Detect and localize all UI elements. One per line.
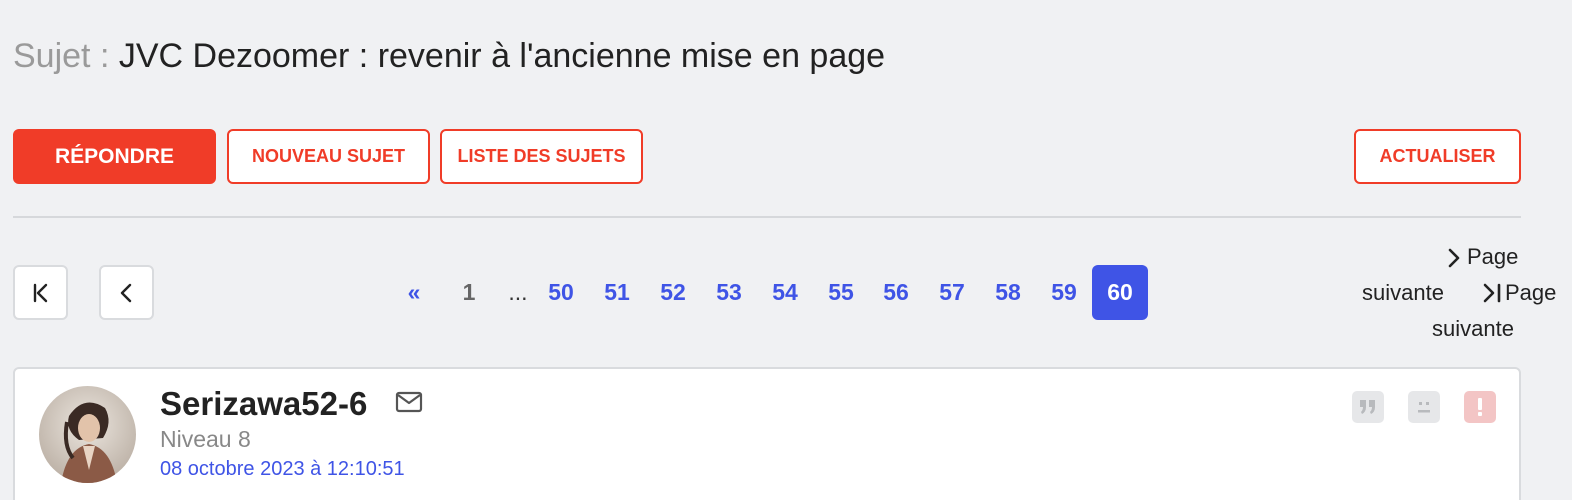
next-page-label-2: suivante [1362,280,1444,305]
refresh-button[interactable]: ACTUALISER [1354,129,1521,184]
new-topic-button[interactable]: NOUVEAU SUJET [227,129,430,184]
page-link[interactable]: 56 [875,265,917,320]
page-title: Sujet : JVC Dezoomer : revenir à l'ancie… [13,36,885,76]
page-link[interactable]: 53 [708,265,750,320]
divider [13,216,1521,218]
post-author[interactable]: Serizawa52-6 [160,385,367,423]
topic-title: JVC Dezoomer : revenir à l'ancienne mise… [118,37,886,75]
topic-list-button[interactable]: LISTE DES SUJETS [440,129,643,184]
reply-button[interactable]: RÉPONDRE [13,129,216,184]
avatar[interactable] [39,386,136,483]
page-link[interactable]: 54 [764,265,806,320]
page-link[interactable]: 59 [1043,265,1085,320]
next-page-controls: Page suivante Page suivante [1350,240,1565,350]
next-page-label: Page [1467,244,1519,269]
page-link[interactable]: 1 [454,265,484,320]
post-date[interactable]: 08 octobre 2023 à 12:10:51 [160,458,405,481]
page-link[interactable]: 57 [931,265,973,320]
author-level: Niveau 8 [160,426,251,452]
quote-icon[interactable] [1352,391,1384,423]
last-page-icon [1483,283,1501,303]
title-prefix: Sujet : [13,37,110,75]
page-link[interactable]: 52 [652,265,694,320]
forum-post: Serizawa52-6 Niveau 8 08 octobre 2023 à … [13,367,1521,500]
chevron-right-icon [1448,248,1460,268]
pagination-ellipsis: ... [508,279,528,305]
current-page[interactable]: 60 [1092,265,1148,320]
alert-icon[interactable] [1464,391,1496,423]
page-link[interactable]: 50 [540,265,582,320]
page-link[interactable]: 51 [596,265,638,320]
sad-face-icon[interactable] [1408,391,1440,423]
last-page-label: Page [1505,280,1557,305]
pagination: « 1 ... 50 51 52 53 54 55 56 57 58 59 60 [0,265,1572,320]
pagination-prev-link[interactable]: « [398,265,430,320]
mail-icon[interactable] [395,391,423,418]
page-link[interactable]: 55 [820,265,862,320]
page-link[interactable]: 58 [987,265,1029,320]
last-page-label-2: suivante [1432,316,1514,341]
